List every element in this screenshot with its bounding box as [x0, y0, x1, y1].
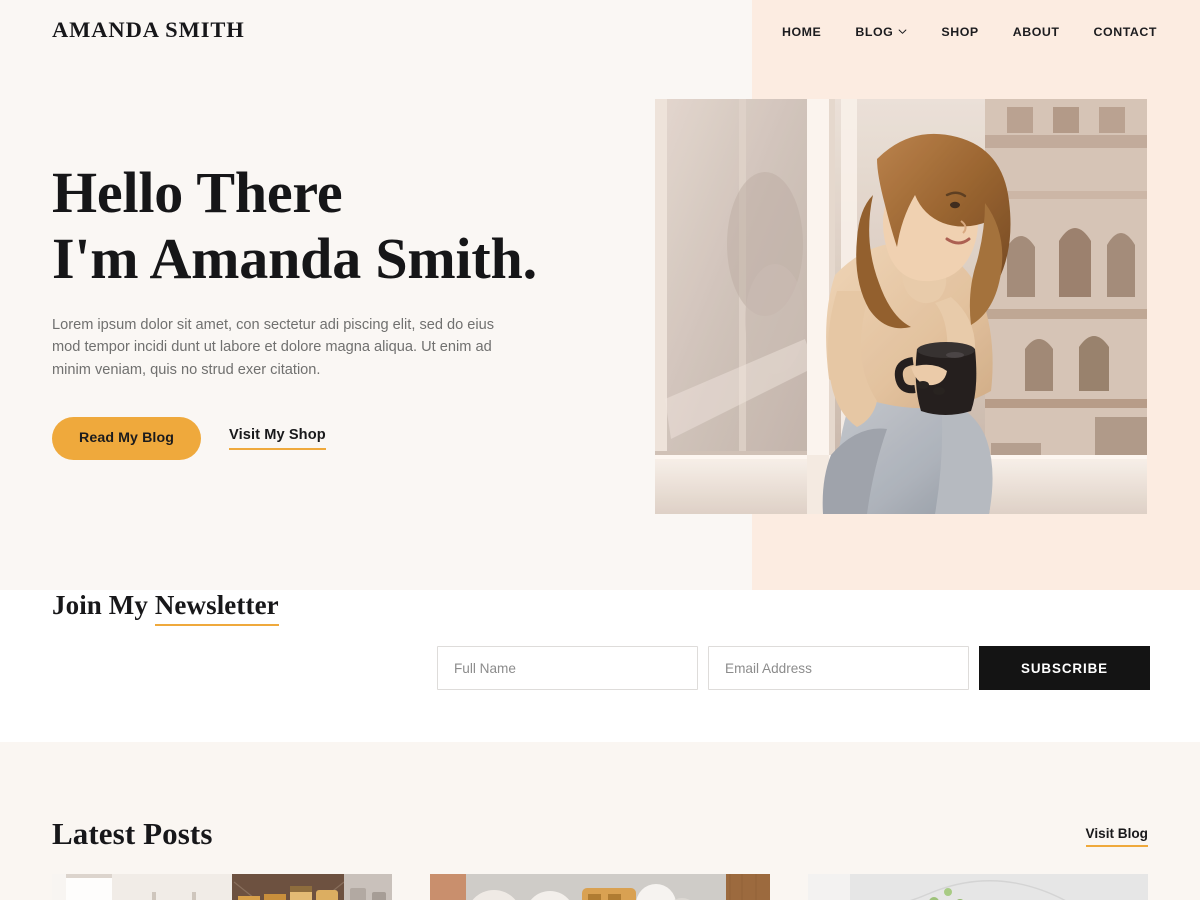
latest-posts-title: Latest Posts — [52, 816, 213, 851]
hero-image — [655, 99, 1147, 514]
visit-my-shop-link[interactable]: Visit My Shop — [229, 427, 326, 450]
hero-title: Hello There I'm Amanda Smith. — [52, 160, 537, 291]
subscribe-button[interactable]: SUBSCRIBE — [979, 646, 1150, 690]
post-card-list — [52, 874, 1148, 900]
read-my-blog-button[interactable]: Read My Blog — [52, 416, 202, 460]
hero-actions: Read My Blog Visit My Shop — [52, 416, 612, 460]
visit-blog-link[interactable]: Visit Blog — [1085, 826, 1148, 847]
site-header: AMANDA SMITH HOME BLOG SHOP ABOUT CONTAC… — [0, 0, 1200, 64]
newsletter-title-lead: Join My — [52, 590, 155, 620]
landing-page: AMANDA SMITH HOME BLOG SHOP ABOUT CONTAC… — [0, 0, 1200, 900]
site-logo[interactable]: AMANDA SMITH — [52, 18, 245, 42]
post-card[interactable] — [430, 874, 770, 900]
main-navigation: HOME BLOG SHOP ABOUT CONTACT — [752, 0, 1200, 64]
newsletter-form: SUBSCRIBE — [437, 646, 1150, 690]
post-card[interactable] — [52, 874, 392, 900]
nav-label: HOME — [782, 25, 822, 39]
nav-item-blog[interactable]: BLOG — [838, 25, 924, 39]
hero-subtitle: Lorem ipsum dolor sit amet, con sectetur… — [52, 317, 495, 378]
newsletter-title-accent: Newsletter — [154, 590, 279, 626]
nav-label: ABOUT — [1012, 25, 1060, 39]
chevron-down-icon — [898, 27, 907, 36]
nav-label: SHOP — [941, 25, 979, 39]
latest-posts-header: Latest Posts Visit Blog — [52, 818, 1148, 849]
nav-item-shop[interactable]: SHOP — [924, 25, 995, 39]
nav-item-about[interactable]: ABOUT — [996, 25, 1077, 39]
nav-item-home[interactable]: HOME — [765, 25, 838, 39]
hero-section: AMANDA SMITH HOME BLOG SHOP ABOUT CONTAC… — [0, 0, 1200, 590]
full-name-input[interactable] — [437, 646, 698, 690]
newsletter-title: Join My Newsletter — [52, 590, 279, 626]
nav-label: CONTACT — [1093, 25, 1158, 39]
nav-item-contact[interactable]: CONTACT — [1077, 25, 1175, 39]
nav-label: BLOG — [855, 25, 894, 39]
newsletter-section: Join My Newsletter SUBSCRIBE — [0, 590, 1200, 742]
email-address-input[interactable] — [708, 646, 969, 690]
hero-copy: Hello There I'm Amanda Smith. Lorem ipsu… — [52, 160, 612, 460]
latest-posts-section: Latest Posts Visit Blog — [0, 742, 1200, 900]
post-card[interactable] — [808, 874, 1148, 900]
